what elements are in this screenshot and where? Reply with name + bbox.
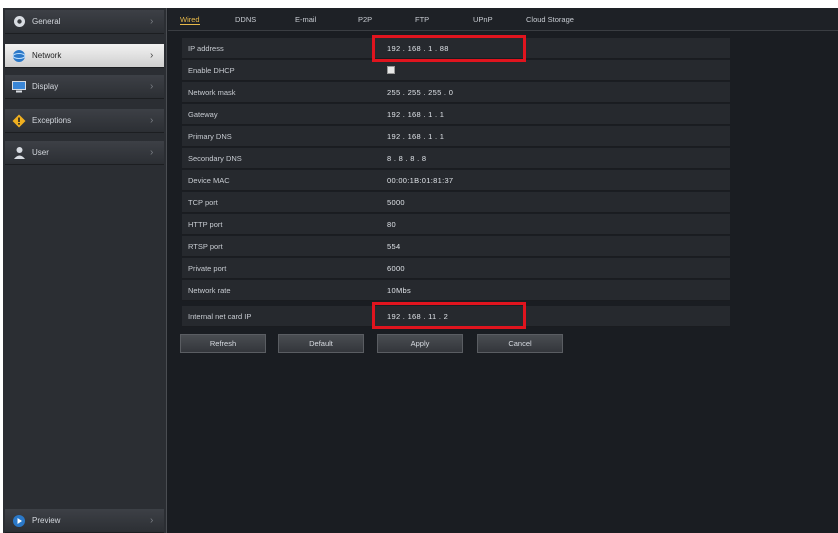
sidebar: General › Network › Display › Exceptions… — [3, 8, 167, 533]
sidebar-item-label: General — [32, 17, 61, 26]
tab-email[interactable]: E-mail — [295, 15, 316, 24]
tcp-port-field[interactable]: 5000 — [387, 198, 405, 207]
field-label: IP address — [188, 44, 224, 53]
refresh-button[interactable]: Refresh — [180, 334, 266, 353]
field-label: TCP port — [188, 198, 218, 207]
primary-dns-field[interactable]: 192 . 168 . 1 . 1 — [387, 132, 444, 141]
sidebar-item-label: Display — [32, 82, 59, 91]
play-icon — [12, 514, 26, 528]
dhcp-checkbox[interactable] — [387, 66, 395, 74]
field-label: RTSP port — [188, 242, 223, 251]
chevron-right-icon: › — [150, 515, 154, 526]
sidebar-item-user[interactable]: User › — [5, 141, 164, 165]
network-mask-field[interactable]: 255 . 255 . 255 . 0 — [387, 88, 453, 97]
warning-icon — [12, 114, 26, 128]
tab-upnp[interactable]: UPnP — [473, 15, 493, 24]
sidebar-item-exceptions[interactable]: Exceptions › — [5, 109, 164, 133]
field-label: Private port — [188, 264, 227, 273]
row-secondary-dns: Secondary DNS 8 . 8 . 8 . 8 — [182, 148, 730, 169]
user-icon — [12, 146, 26, 160]
sidebar-item-label: Preview — [32, 516, 61, 525]
chevron-right-icon: › — [150, 16, 154, 27]
http-port-field[interactable]: 80 — [387, 220, 396, 229]
sidebar-item-display[interactable]: Display › — [5, 75, 164, 99]
row-http-port: HTTP port 80 — [182, 214, 730, 235]
network-rate-select[interactable]: 10Mbs — [387, 286, 411, 295]
field-label: Secondary DNS — [188, 154, 242, 163]
sidebar-item-preview[interactable]: Preview › — [5, 509, 164, 533]
rtsp-port-field[interactable]: 554 — [387, 242, 400, 251]
tab-ftp[interactable]: FTP — [415, 15, 429, 24]
row-network-rate: Network rate 10Mbs — [182, 280, 730, 301]
chevron-right-icon: › — [150, 50, 154, 61]
tab-wired[interactable]: Wired — [180, 15, 200, 25]
apply-button[interactable]: Apply — [377, 334, 463, 353]
monitor-icon — [12, 80, 26, 94]
field-label: Gateway — [188, 110, 218, 119]
globe-icon — [12, 49, 26, 63]
tab-cloud-storage[interactable]: Cloud Storage — [526, 15, 574, 24]
row-device-mac: Device MAC 00:00:1B:01:81:37 — [182, 170, 730, 191]
internal-ip-highlight — [372, 302, 526, 329]
field-label: Network mask — [188, 88, 236, 97]
row-tcp-port: TCP port 5000 — [182, 192, 730, 213]
gear-icon — [12, 15, 26, 29]
row-network-mask: Network mask 255 . 255 . 255 . 0 — [182, 82, 730, 103]
sidebar-item-network[interactable]: Network › — [5, 44, 164, 68]
field-label: Internal net card IP — [188, 312, 252, 321]
sidebar-item-general[interactable]: General › — [5, 10, 164, 34]
ip-address-highlight — [372, 35, 526, 62]
tab-bar: Wired DDNS E-mail P2P FTP UPnP Cloud Sto… — [168, 8, 838, 31]
gateway-field[interactable]: 192 . 168 . 1 . 1 — [387, 110, 444, 119]
row-primary-dns: Primary DNS 192 . 168 . 1 . 1 — [182, 126, 730, 147]
field-label: Primary DNS — [188, 132, 232, 141]
sidebar-item-label: Exceptions — [32, 116, 72, 125]
field-label: HTTP port — [188, 220, 223, 229]
field-label: Network rate — [188, 286, 231, 295]
row-private-port: Private port 6000 — [182, 258, 730, 279]
row-rtsp-port: RTSP port 554 — [182, 236, 730, 257]
tab-p2p[interactable]: P2P — [358, 15, 372, 24]
private-port-field[interactable]: 6000 — [387, 264, 405, 273]
secondary-dns-field[interactable]: 8 . 8 . 8 . 8 — [387, 154, 426, 163]
sidebar-item-label: User — [32, 148, 49, 157]
field-label: Enable DHCP — [188, 66, 235, 75]
chevron-right-icon: › — [150, 81, 154, 92]
field-label: Device MAC — [188, 176, 230, 185]
tab-ddns[interactable]: DDNS — [235, 15, 256, 24]
cancel-button[interactable]: Cancel — [477, 334, 563, 353]
chevron-right-icon: › — [150, 115, 154, 126]
device-mac-value: 00:00:1B:01:81:37 — [387, 176, 454, 185]
row-enable-dhcp: Enable DHCP — [182, 60, 730, 81]
sidebar-item-label: Network — [32, 51, 62, 60]
default-button[interactable]: Default — [278, 334, 364, 353]
chevron-right-icon: › — [150, 147, 154, 158]
row-gateway: Gateway 192 . 168 . 1 . 1 — [182, 104, 730, 125]
